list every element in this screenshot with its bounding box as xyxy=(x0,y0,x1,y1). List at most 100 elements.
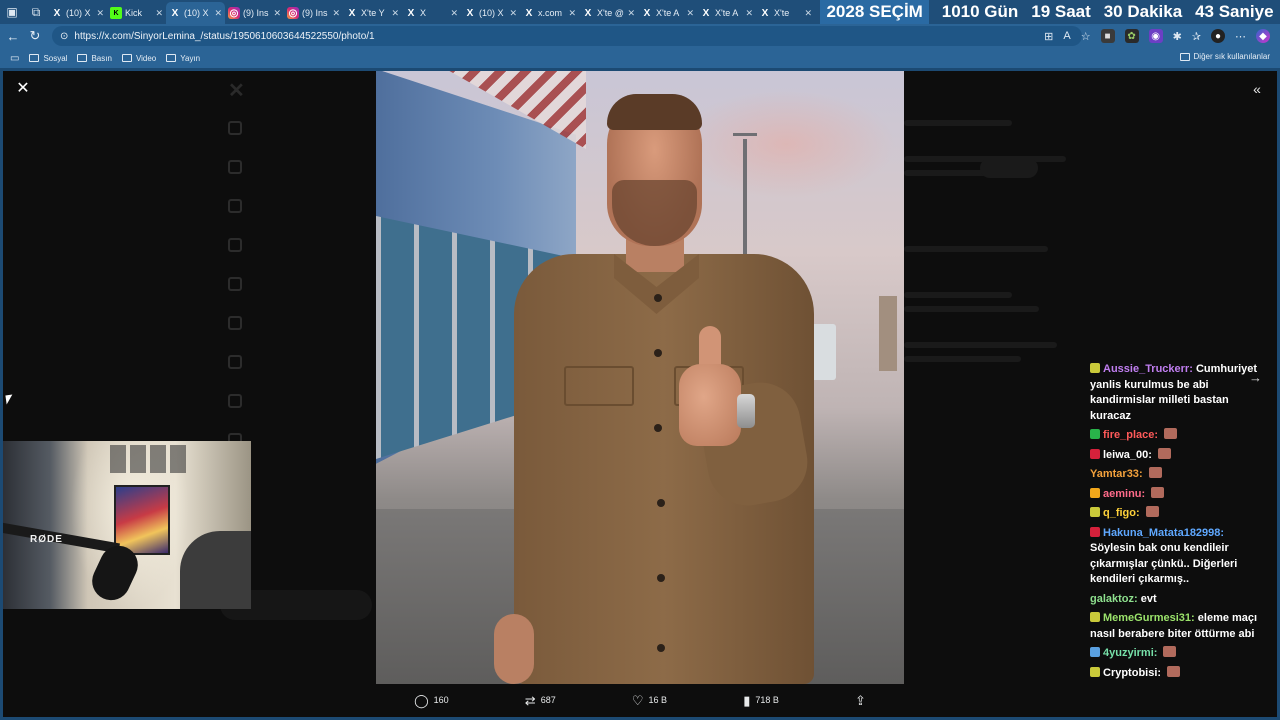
favorite-star-icon[interactable]: ☆ xyxy=(1081,30,1091,43)
tab-title: (10) X xyxy=(184,8,209,18)
extension-icon[interactable]: ■ xyxy=(1100,29,1115,43)
tab-title: (9) Ins xyxy=(302,8,328,18)
extensions-icon[interactable]: ✱ xyxy=(1173,30,1182,43)
chat-username[interactable]: Cryptobisi xyxy=(1103,667,1157,679)
x-logo-icon: X xyxy=(525,7,533,19)
close-tab-icon[interactable]: ✕ xyxy=(745,8,753,19)
read-aloud-icon[interactable]: A xyxy=(1063,30,1070,42)
bookmark-folder-video[interactable]: Video xyxy=(121,54,156,63)
tab-title: X'te @ xyxy=(597,8,624,18)
close-tab-icon[interactable]: ✕ xyxy=(509,8,517,19)
other-favorites[interactable]: Diğer sık kullanılanlar xyxy=(1179,52,1270,61)
chat-emote-icon xyxy=(1151,486,1165,498)
x-logo-icon: X xyxy=(584,7,592,19)
chat-username[interactable]: Aussie_Truckerr xyxy=(1103,363,1189,375)
url-field[interactable]: ⊙ https://x.com/SinyorLemina_/status/195… xyxy=(52,26,1082,46)
chat-username[interactable]: fire_place xyxy=(1103,429,1154,441)
arrow-right-icon[interactable]: → xyxy=(1249,370,1262,385)
extension-icon[interactable]: ◉ xyxy=(1148,29,1163,43)
browser-tab[interactable]: ◎ (9) Ins ✕ xyxy=(284,2,343,24)
browser-tab[interactable]: K Kick ✕ xyxy=(107,2,166,24)
chat-badge-icon xyxy=(1090,507,1100,517)
toolbar-right: ⊞ A ☆ ■ ✿ ◉ ✱ ✰ ● ⋯ ◆ xyxy=(1044,26,1270,46)
close-tab-icon[interactable]: ✕ xyxy=(627,8,635,19)
close-tab-icon[interactable]: ✕ xyxy=(332,8,340,19)
chat-badge-icon xyxy=(1090,429,1100,439)
thumbs-up-hand xyxy=(679,364,741,446)
grok-icon xyxy=(228,277,242,291)
close-tab-icon[interactable]: ✕ xyxy=(568,8,576,19)
bookmark-folder-yayin[interactable]: Yayın xyxy=(166,54,200,63)
close-tab-icon[interactable]: ✕ xyxy=(391,8,399,19)
apps-icon[interactable]: ⊞ xyxy=(1044,30,1053,43)
browser-tab[interactable]: X X'te A ✕ xyxy=(697,2,756,24)
bookmark-menu-icon[interactable]: ▭ xyxy=(10,53,19,64)
chat-username[interactable]: aeminu xyxy=(1103,488,1142,500)
folder-icon xyxy=(1179,52,1190,61)
extension-icon[interactable]: ✿ xyxy=(1124,29,1139,43)
close-tab-icon[interactable]: ✕ xyxy=(686,8,694,19)
views-icon: ▮ xyxy=(743,692,751,708)
favorites-icon[interactable]: ✰ xyxy=(1192,30,1201,43)
more-menu-icon[interactable]: ⋯ xyxy=(1235,30,1246,43)
chat-badge-icon xyxy=(1090,647,1100,657)
chat-username[interactable]: Hakuna_Matata182998 xyxy=(1103,527,1220,539)
browser-tab[interactable]: X X'te Y ✕ xyxy=(343,2,402,24)
browser-tab[interactable]: X X'te ✕ xyxy=(756,2,815,24)
close-tab-icon[interactable]: ✕ xyxy=(450,8,458,19)
control-tower xyxy=(879,296,897,371)
browser-tab[interactable]: ◎ (9) Ins ✕ xyxy=(225,2,284,24)
chat-username[interactable]: 4yuzyirmi xyxy=(1103,647,1154,659)
back-icon[interactable]: ← xyxy=(2,25,24,47)
address-bar: ← ↻ ⊙ https://x.com/SinyorLemina_/status… xyxy=(0,24,1280,48)
profile-avatar[interactable]: ● xyxy=(1211,29,1225,43)
reload-icon[interactable]: ↻ xyxy=(24,25,46,47)
tab-title: x.com xyxy=(538,8,563,18)
like-button[interactable]: ♡ 16 B xyxy=(632,694,667,707)
chat-username[interactable]: MemeGurmesi31 xyxy=(1103,612,1191,624)
browser-tab[interactable]: X X'te A ✕ xyxy=(638,2,697,24)
browser-tab[interactable]: X (10) X ✕ xyxy=(48,2,107,24)
close-tab-icon[interactable]: ✕ xyxy=(214,8,222,19)
chat-emote-icon xyxy=(1167,665,1181,677)
post-action-bar: ◯ 160 ⇄ 687 ♡ 16 B ▮ 718 B ⇪ xyxy=(376,688,904,712)
close-tab-icon[interactable]: ✕ xyxy=(96,8,104,19)
chat-username[interactable]: Yamtar33 xyxy=(1090,468,1139,480)
share-button[interactable]: ⇪ xyxy=(855,694,866,707)
collapse-panel-icon[interactable]: « xyxy=(1248,80,1266,98)
close-tab-icon[interactable]: ✕ xyxy=(804,8,812,19)
chat-emote-icon xyxy=(1148,467,1162,478)
reply-button[interactable]: ◯ 160 xyxy=(414,694,449,707)
chat-username[interactable]: leiwa_00 xyxy=(1103,449,1148,461)
close-icon[interactable]: ✕ xyxy=(14,80,32,98)
browser-tab[interactable]: X X ✕ xyxy=(402,2,461,24)
browser-tab[interactable]: X (10) X ✕ xyxy=(166,2,225,24)
bookmark-folder-basin[interactable]: Basın xyxy=(77,54,112,63)
site-info-icon[interactable]: ⊙ xyxy=(60,31,68,42)
bookmarks-bar: ▭ Sosyal Basın Video Yayın Diğer sık kul… xyxy=(0,48,1280,68)
chat-message: Hakuna_Matata182998: Söylesin bak onu ke… xyxy=(1090,526,1238,585)
chat-username[interactable]: q_figo xyxy=(1103,507,1136,519)
views-button[interactable]: ▮ 718 B xyxy=(743,694,779,707)
repost-button[interactable]: ⇄ 687 xyxy=(525,694,556,707)
close-tab-icon[interactable]: ✕ xyxy=(273,8,281,19)
countdown-hours: 19 Saat xyxy=(1031,2,1091,21)
post-photo[interactable] xyxy=(376,69,904,684)
tab-title: Kick xyxy=(125,8,143,18)
copilot-icon[interactable]: ◆ xyxy=(1256,29,1270,43)
ghost-nav-item xyxy=(228,277,242,291)
chat-username[interactable]: galaktoz xyxy=(1090,593,1134,605)
mail-icon xyxy=(228,238,242,252)
x-logo-icon: X xyxy=(348,7,356,19)
browser-tab[interactable]: Xx.com ✕ xyxy=(520,2,579,24)
chat-message: galaktoz: evt xyxy=(1090,592,1157,605)
reply-icon: ◯ xyxy=(414,692,429,708)
workspaces-icon[interactable]: ▣ xyxy=(0,0,24,24)
browser-tab[interactable]: X X'te @ ✕ xyxy=(579,2,638,24)
close-tab-icon[interactable]: ✕ xyxy=(155,8,163,19)
browser-tab[interactable]: X (10) X ✕ xyxy=(461,2,520,24)
bookmark-folder-sosyal[interactable]: Sosyal xyxy=(29,54,67,63)
x-logo-icon: ✕ xyxy=(228,80,245,102)
tab-actions-icon[interactable]: ⧉ xyxy=(24,0,48,24)
countdown-seconds: 43 Saniye xyxy=(1195,2,1274,21)
